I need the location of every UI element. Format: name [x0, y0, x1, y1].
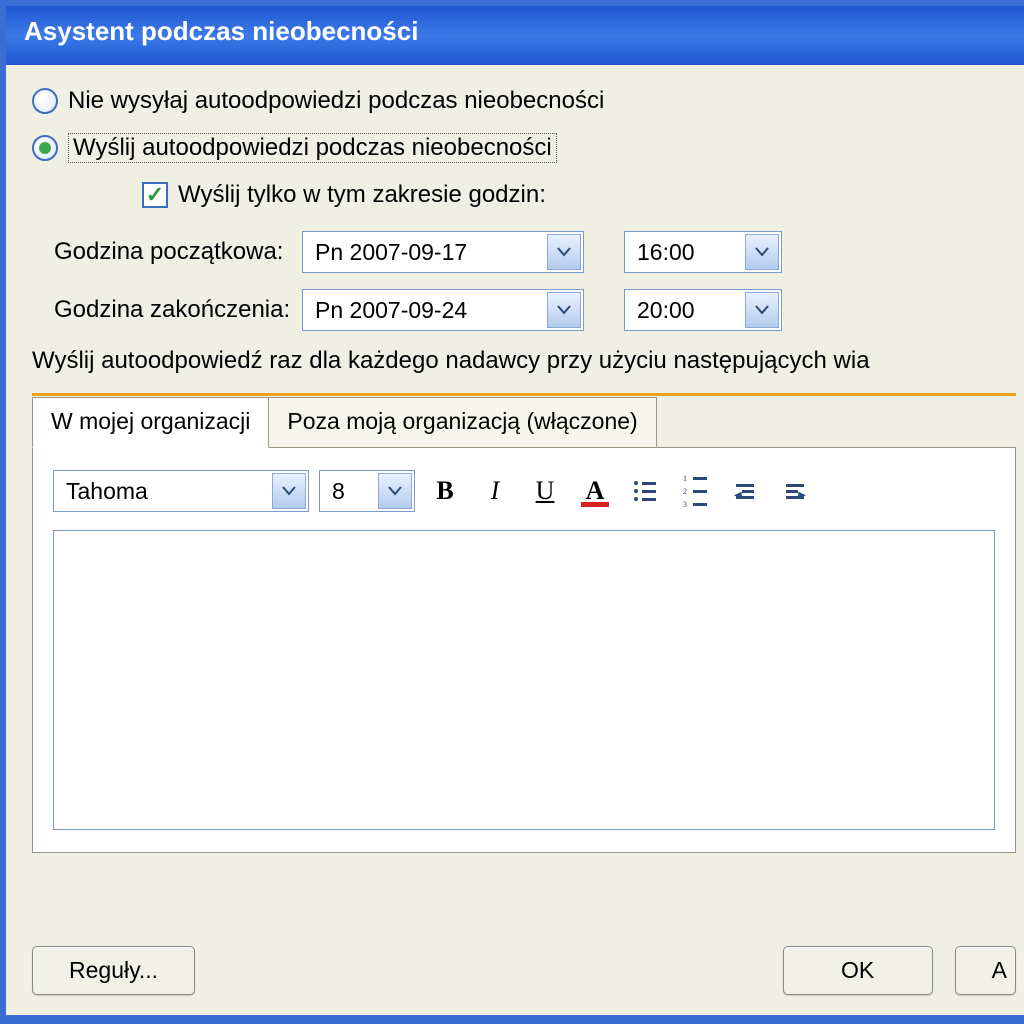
editor-panel: Tahoma 8 B I U A [32, 447, 1016, 853]
radio-label: Nie wysyłaj autoodpowiedzi podczas nieob… [68, 87, 604, 115]
increase-indent-button[interactable]: ▶ [775, 471, 815, 511]
chevron-down-icon[interactable] [745, 234, 779, 270]
radio-label: Wyślij autoodpowiedzi podczas nieobecnoś… [68, 133, 557, 163]
range-checkbox-row[interactable]: ✓ Wyślij tylko w tym zakresie godzin: [142, 181, 1016, 209]
message-body-editor[interactable] [53, 530, 995, 830]
tab-strip: W mojej organizacji Poza moją organizacj… [32, 396, 1016, 447]
end-time-value: 20:00 [637, 297, 695, 324]
radio-icon [32, 135, 58, 161]
end-time-combo[interactable]: 20:00 [624, 289, 782, 331]
underline-button[interactable]: U [525, 471, 565, 511]
numbered-list-icon: 1 2 3 [683, 474, 707, 509]
ok-button[interactable]: OK [783, 946, 933, 995]
radio-icon [32, 88, 58, 114]
range-checkbox-label: Wyślij tylko w tym zakresie godzin: [178, 181, 546, 209]
chevron-down-icon[interactable] [547, 234, 581, 270]
checkmark-icon: ✓ [146, 182, 164, 208]
start-time-combo[interactable]: 16:00 [624, 231, 782, 273]
start-date-value: Pn 2007-09-17 [315, 239, 467, 266]
radio-dot-icon [39, 142, 51, 154]
end-date-value: Pn 2007-09-24 [315, 297, 467, 324]
chevron-down-icon[interactable] [745, 292, 779, 328]
start-time-value: 16:00 [637, 239, 695, 266]
radio-do-not-send[interactable]: Nie wysyłaj autoodpowiedzi podczas nieob… [32, 87, 1016, 115]
color-bar-icon [581, 502, 609, 507]
instruction-text: Wyślij autoodpowiedź raz dla każdego nad… [32, 347, 1016, 375]
font-color-button[interactable]: A [575, 471, 615, 511]
font-size-combo[interactable]: 8 [319, 470, 415, 512]
font-size-value: 8 [332, 478, 345, 505]
radio-send[interactable]: Wyślij autoodpowiedzi podczas nieobecnoś… [32, 133, 1016, 163]
start-time-label: Godzina początkowa: [54, 238, 302, 266]
rules-button[interactable]: Reguły... [32, 946, 195, 995]
chevron-down-icon[interactable] [378, 473, 412, 509]
start-date-combo[interactable]: Pn 2007-09-17 [302, 231, 584, 273]
decrease-indent-button[interactable]: ◀ [725, 471, 765, 511]
increase-indent-icon: ▶ [786, 484, 804, 499]
chevron-down-icon[interactable] [547, 292, 581, 328]
bullet-list-button[interactable] [625, 471, 665, 511]
checkbox-icon: ✓ [142, 182, 168, 208]
end-time-label: Godzina zakończenia: [54, 296, 302, 324]
cancel-button[interactable]: A [955, 946, 1016, 995]
end-date-combo[interactable]: Pn 2007-09-24 [302, 289, 584, 331]
bold-button[interactable]: B [425, 471, 465, 511]
italic-button[interactable]: I [475, 471, 515, 511]
window-title: Asystent podczas nieobecności [6, 6, 1024, 65]
tab-outside-org[interactable]: Poza moją organizacją (włączone) [268, 397, 656, 448]
chevron-down-icon[interactable] [272, 473, 306, 509]
font-family-value: Tahoma [66, 478, 148, 505]
editor-toolbar: Tahoma 8 B I U A [53, 470, 995, 512]
font-family-combo[interactable]: Tahoma [53, 470, 309, 512]
tab-inside-org[interactable]: W mojej organizacji [32, 397, 269, 448]
dialog-body: Nie wysyłaj autoodpowiedzi podczas nieob… [6, 65, 1024, 1015]
bullet-list-icon [634, 481, 656, 501]
decrease-indent-icon: ◀ [736, 484, 754, 499]
numbered-list-button[interactable]: 1 2 3 [675, 471, 715, 511]
